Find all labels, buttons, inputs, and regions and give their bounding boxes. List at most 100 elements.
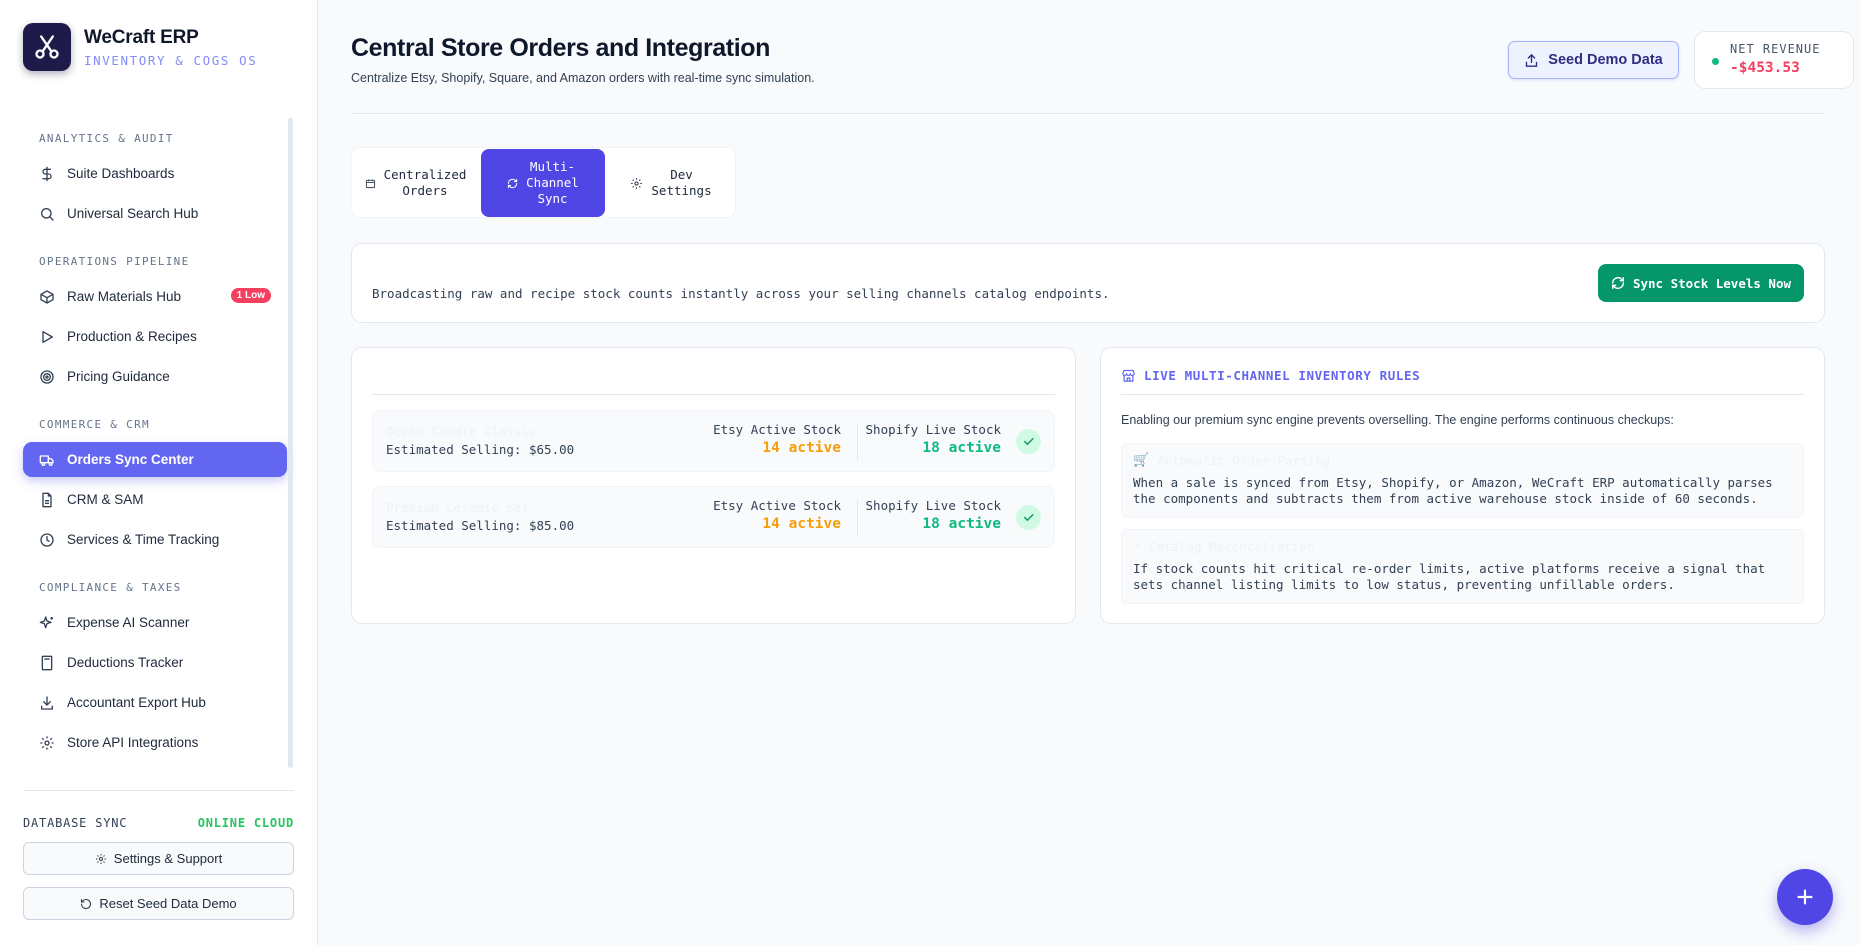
etsy-stock-label: Etsy Active Stock xyxy=(713,498,841,513)
sidebar-item-store-api[interactable]: Store API Integrations xyxy=(23,725,287,760)
database-sync-status: DATABASE SYNC ONLINE CLOUD xyxy=(23,816,294,830)
brand[interactable]: WeCraft ERP INVENTORY & COGS OS xyxy=(23,23,257,71)
sidebar-item-orders-sync-center[interactable]: Orders Sync Center xyxy=(23,442,287,477)
sidebar-item-label: Universal Search Hub xyxy=(67,206,199,221)
rule-title: Automatic Order Parsing xyxy=(1157,453,1331,468)
download-icon xyxy=(39,695,55,711)
rule-body: When a sale is synced from Etsy, Shopify… xyxy=(1133,475,1773,506)
tab-label: Multi- Channel Sync xyxy=(526,159,579,206)
sync-stock-label: Sync Stock Levels Now xyxy=(1632,275,1792,291)
sidebar-item-production-recipes[interactable]: Production & Recipes xyxy=(23,319,287,354)
upload-icon xyxy=(1524,53,1539,68)
add-fab-button[interactable] xyxy=(1777,869,1833,925)
net-revenue-card: NET REVENUE -$453.53 xyxy=(1694,31,1854,89)
sidebar-item-pricing-guidance[interactable]: Pricing Guidance xyxy=(23,359,287,394)
panel-divider xyxy=(1121,394,1804,395)
check-icon xyxy=(1016,505,1041,530)
nav-section-title: COMMERCE & CRM xyxy=(39,418,150,431)
tab-multi-channel-sync[interactable]: Multi- Channel Sync xyxy=(481,149,605,217)
refresh-icon xyxy=(1611,276,1625,290)
gear-icon xyxy=(630,177,643,190)
sidebar-item-accountant-export[interactable]: Accountant Export Hub xyxy=(23,685,287,720)
lightning-icon: ⚡ xyxy=(1133,539,1141,554)
etsy-stock-label: Etsy Active Stock xyxy=(713,422,841,437)
stock-divider xyxy=(857,423,858,461)
sidebar-item-label: Orders Sync Center xyxy=(67,452,194,467)
clock-icon xyxy=(39,532,55,548)
sidebar-item-services-time[interactable]: Services & Time Tracking xyxy=(23,522,287,557)
product-name: Premium Ceramic Set xyxy=(386,500,529,515)
product-stock-panel: Ocean Candle Classic Estimated Selling: … xyxy=(351,347,1076,624)
tab-bar: Centralized Orders Multi- Channel Sync D… xyxy=(351,147,736,218)
stock-divider xyxy=(857,499,858,537)
inventory-rules-panel: LIVE MULTI-CHANNEL INVENTORY RULES Enabl… xyxy=(1100,347,1825,624)
settings-support-label: Settings & Support xyxy=(113,851,223,866)
sidebar-item-expense-scanner[interactable]: Expense AI Scanner xyxy=(23,605,287,640)
seed-demo-label: Seed Demo Data xyxy=(1548,52,1663,68)
nav-section-title: OPERATIONS PIPELINE xyxy=(39,255,190,268)
reset-seed-button[interactable]: Reset Seed Data Demo xyxy=(23,887,294,920)
product-price: Estimated Selling: $65.00 xyxy=(386,442,575,457)
product-row[interactable]: Ocean Candle Classic Estimated Selling: … xyxy=(372,410,1055,472)
seed-demo-data-button[interactable]: Seed Demo Data xyxy=(1508,41,1679,79)
sync-stock-levels-button[interactable]: Sync Stock Levels Now xyxy=(1598,264,1804,302)
rule-item: 🛒 Automatic Order Parsing When a sale is… xyxy=(1121,443,1804,518)
calculator-icon xyxy=(39,655,55,671)
product-price: Estimated Selling: $85.00 xyxy=(386,518,575,533)
tab-dev-settings[interactable]: Dev Settings xyxy=(608,149,734,217)
rules-intro: Enabling our premium sync engine prevent… xyxy=(1121,413,1674,427)
plus-icon xyxy=(1794,886,1816,908)
target-icon xyxy=(39,369,55,385)
cart-icon: 🛒 xyxy=(1133,453,1150,468)
brand-name: WeCraft ERP xyxy=(84,26,199,48)
product-name: Ocean Candle Classic xyxy=(386,424,537,439)
rule-body: If stock counts hit critical re-order li… xyxy=(1133,561,1766,592)
sidebar-item-universal-search[interactable]: Universal Search Hub xyxy=(23,196,287,231)
sidebar-item-label: Expense AI Scanner xyxy=(67,615,190,630)
settings-support-button[interactable]: Settings & Support xyxy=(23,842,294,875)
sidebar-item-label: Suite Dashboards xyxy=(67,166,175,181)
gear-icon xyxy=(95,853,107,865)
rule-item: ⚡ Catalog Reconciliation If stock counts… xyxy=(1121,529,1804,604)
sidebar-item-label: Production & Recipes xyxy=(67,329,197,344)
sidebar-item-label: Raw Materials Hub xyxy=(67,289,182,304)
page-title: Central Store Orders and Integration xyxy=(351,34,771,62)
sidebar-item-raw-materials[interactable]: Raw Materials Hub 1 Low xyxy=(23,279,287,314)
sidebar-scrollbar[interactable] xyxy=(288,118,293,768)
sidebar-item-label: CRM & SAM xyxy=(67,492,144,507)
rule-title: Catalog Reconciliation xyxy=(1148,539,1315,554)
nav-section-title: ANALYTICS & AUDIT xyxy=(39,132,174,145)
sidebar-item-label: Store API Integrations xyxy=(67,735,199,750)
sync-banner-text: Broadcasting raw and recipe stock counts… xyxy=(372,286,1110,301)
document-icon xyxy=(39,492,55,508)
shopify-stock: Shopify Live Stock 18 active xyxy=(866,498,1001,532)
low-stock-badge: 1 Low xyxy=(230,288,271,303)
sidebar-item-label: Deductions Tracker xyxy=(67,655,184,670)
truck-icon xyxy=(39,452,55,468)
sidebar-item-label: Accountant Export Hub xyxy=(67,695,206,710)
status-dot xyxy=(1712,58,1719,65)
rules-title: LIVE MULTI-CHANNEL INVENTORY RULES xyxy=(1144,368,1421,383)
header-divider xyxy=(351,113,1825,114)
shopify-stock: Shopify Live Stock 18 active xyxy=(866,422,1001,456)
shopify-stock-value: 18 active xyxy=(922,440,1001,456)
revenue-value: -$453.53 xyxy=(1730,60,1800,76)
tab-label: Dev Settings xyxy=(651,167,712,198)
sync-label: DATABASE SYNC xyxy=(23,816,128,830)
shopify-stock-label: Shopify Live Stock xyxy=(865,422,1001,437)
sidebar-item-label: Pricing Guidance xyxy=(67,369,170,384)
sidebar-item-crm-sam[interactable]: CRM & SAM xyxy=(23,482,287,517)
etsy-stock-value: 14 active xyxy=(762,440,841,456)
store-icon xyxy=(1121,368,1136,383)
product-row[interactable]: Premium Ceramic Set Estimated Selling: $… xyxy=(372,486,1055,548)
sync-status: ONLINE CLOUD xyxy=(197,816,294,830)
dollar-icon xyxy=(39,166,55,182)
nav-section-title: COMPLIANCE & TAXES xyxy=(39,581,182,594)
sidebar-nav: ANALYTICS & AUDIT Suite Dashboards Unive… xyxy=(23,118,287,765)
reset-icon xyxy=(80,898,92,910)
rule-title-row: 🛒 Automatic Order Parsing xyxy=(1133,453,1330,468)
tab-centralized-orders[interactable]: Centralized Orders xyxy=(353,149,478,217)
sidebar-item-suite-dashboards[interactable]: Suite Dashboards xyxy=(23,156,287,191)
sidebar-item-deductions-tracker[interactable]: Deductions Tracker xyxy=(23,645,287,680)
refresh-icon xyxy=(507,178,518,189)
